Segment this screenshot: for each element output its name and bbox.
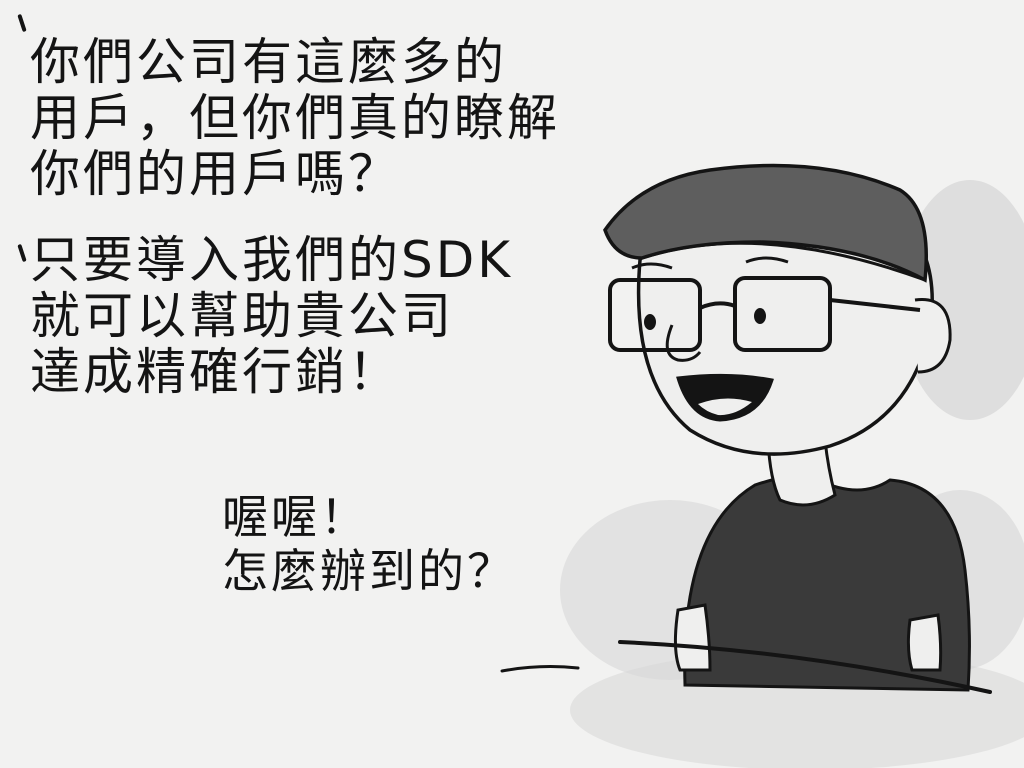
speech-reply: 喔喔！ 怎麼辦到的？: [222, 490, 516, 598]
eye-right: [754, 308, 766, 324]
character-illustration: [560, 150, 1024, 768]
speech-line: 就可以幫助貴公司: [30, 287, 454, 345]
speech-line: 你們的用戶嗎？: [30, 145, 401, 203]
comic-panel: 你們公司有這麼多的 用戶，但你們真的瞭解 你們的用戶嗎？ 只要導入我們的SDK …: [0, 0, 1024, 768]
speech-pitch: 只要導入我們的SDK 就可以幫助貴公司 達成精確行銷！: [30, 232, 513, 400]
speech-customer: 你們公司有這麼多的 用戶，但你們真的瞭解 你們的用戶嗎？: [30, 34, 560, 202]
speech-line: 用戶，但你們真的瞭解: [30, 89, 560, 147]
eye-left: [644, 314, 656, 330]
character-drawing: [560, 163, 1024, 768]
speech-line: 喔喔！: [222, 490, 369, 544]
speech-line: 你們公司有這麼多的: [30, 33, 507, 91]
speech-start-mark: [17, 243, 27, 263]
speech-line: 只要導入我們的SDK: [30, 231, 514, 289]
speech-line: 怎麼辦到的？: [222, 544, 516, 598]
right-arm: [906, 613, 943, 672]
speech-line: 達成精確行銷！: [30, 343, 401, 401]
left-arm: [673, 603, 712, 672]
speech-start-mark: [17, 13, 27, 33]
